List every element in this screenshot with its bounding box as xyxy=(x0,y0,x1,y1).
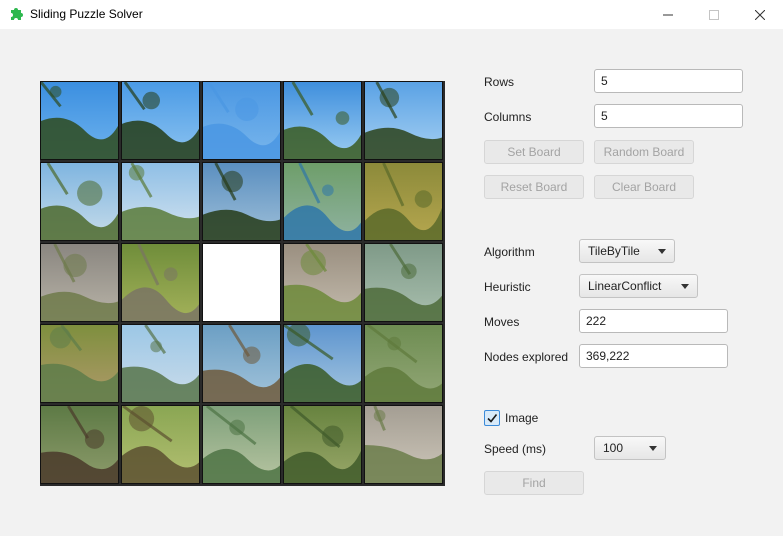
moves-label: Moves xyxy=(484,315,520,329)
puzzle-tile[interactable] xyxy=(202,324,281,403)
puzzle-tile[interactable] xyxy=(364,81,443,160)
puzzle-tile[interactable] xyxy=(364,243,443,322)
puzzle-tile[interactable] xyxy=(40,243,119,322)
image-label: Image xyxy=(505,411,539,425)
puzzle-tile[interactable] xyxy=(202,162,281,241)
puzzle-tile[interactable] xyxy=(364,405,443,484)
window-title: Sliding Puzzle Solver xyxy=(30,7,143,21)
title-bar: Sliding Puzzle Solver xyxy=(0,0,783,29)
find-button[interactable]: Find xyxy=(484,471,584,495)
puzzle-tile[interactable] xyxy=(40,162,119,241)
algorithm-value: TileByTile xyxy=(588,244,640,258)
speed-label: Speed (ms) xyxy=(484,442,547,456)
puzzle-tile[interactable] xyxy=(121,405,200,484)
heuristic-select[interactable]: LinearConflict xyxy=(579,274,698,298)
columns-label: Columns xyxy=(484,110,532,124)
speed-select[interactable]: 100 xyxy=(594,436,666,460)
nodes-explored-label: Nodes explored xyxy=(484,350,569,364)
puzzle-tile[interactable] xyxy=(40,405,119,484)
puzzle-tile[interactable] xyxy=(121,243,200,322)
chevron-down-icon xyxy=(658,248,666,254)
minimize-button[interactable] xyxy=(645,0,691,29)
columns-input[interactable]: 5 xyxy=(594,104,743,128)
heuristic-value: LinearConflict xyxy=(588,279,662,293)
clear-board-button[interactable]: Clear Board xyxy=(594,175,694,199)
app-window: Sliding Puzzle Solver Rows 5 Columns 5 S… xyxy=(0,0,783,536)
algorithm-label: Algorithm xyxy=(484,245,535,259)
minimize-icon xyxy=(663,14,673,15)
puzzle-tile[interactable] xyxy=(364,324,443,403)
moves-field[interactable]: 222 xyxy=(579,309,728,333)
image-checkbox[interactable] xyxy=(484,410,500,426)
heuristic-label: Heuristic xyxy=(484,280,531,294)
close-button[interactable] xyxy=(737,0,783,29)
puzzle-tile[interactable] xyxy=(202,81,281,160)
puzzle-tile[interactable] xyxy=(121,324,200,403)
puzzle-tile[interactable] xyxy=(121,81,200,160)
puzzle-tile[interactable] xyxy=(40,324,119,403)
puzzle-tile[interactable] xyxy=(121,162,200,241)
maximize-icon xyxy=(709,9,719,20)
puzzle-tile[interactable] xyxy=(283,243,362,322)
maximize-button[interactable] xyxy=(691,0,737,29)
puzzle-tile[interactable] xyxy=(283,81,362,160)
random-board-button[interactable]: Random Board xyxy=(594,140,694,164)
puzzle-tile[interactable] xyxy=(283,162,362,241)
chevron-down-icon xyxy=(681,283,689,289)
empty-tile[interactable] xyxy=(202,243,281,322)
reset-board-button[interactable]: Reset Board xyxy=(484,175,584,199)
puzzle-board xyxy=(40,81,445,486)
puzzle-tile[interactable] xyxy=(283,324,362,403)
algorithm-select[interactable]: TileByTile xyxy=(579,239,675,263)
close-icon xyxy=(755,9,765,20)
puzzle-tile[interactable] xyxy=(40,81,119,160)
nodes-explored-field[interactable]: 369,222 xyxy=(579,344,728,368)
puzzle-tile[interactable] xyxy=(364,162,443,241)
chevron-down-icon xyxy=(649,445,657,451)
puzzle-tile[interactable] xyxy=(202,405,281,484)
set-board-button[interactable]: Set Board xyxy=(484,140,584,164)
check-icon xyxy=(487,414,498,423)
rows-input[interactable]: 5 xyxy=(594,69,743,93)
puzzle-piece-icon xyxy=(9,7,23,21)
puzzle-tile[interactable] xyxy=(283,405,362,484)
rows-label: Rows xyxy=(484,75,515,89)
speed-value: 100 xyxy=(603,441,624,455)
